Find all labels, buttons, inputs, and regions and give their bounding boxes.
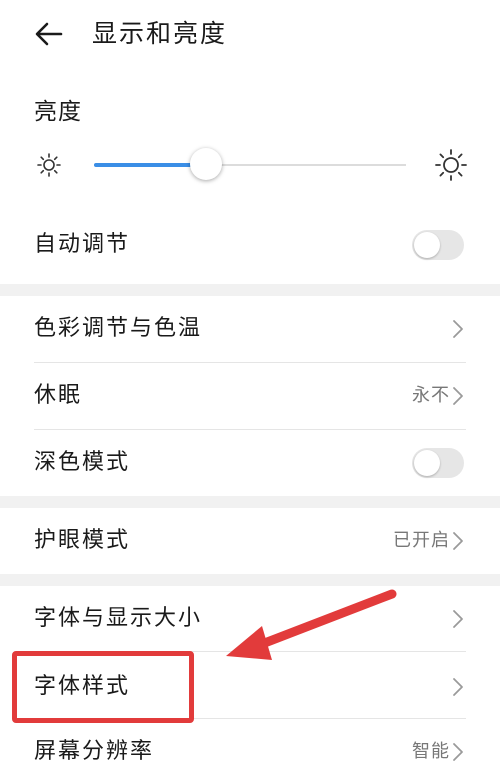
auto-adjust-row[interactable]: 自动调节 xyxy=(0,212,500,278)
resolution-label: 屏幕分辨率 xyxy=(34,739,155,764)
brightness-slider[interactable] xyxy=(94,148,406,182)
font-display-size-label: 字体与显示大小 xyxy=(34,606,203,631)
eye-comfort-row[interactable]: 护眼模式 已开启 xyxy=(0,508,500,574)
eye-comfort-label: 护眼模式 xyxy=(34,528,131,553)
dark-mode-row[interactable]: 深色模式 xyxy=(0,430,500,496)
resolution-row[interactable]: 屏幕分辨率 智能 xyxy=(0,718,500,782)
auto-adjust-toggle[interactable] xyxy=(412,230,464,260)
section-gap xyxy=(0,284,500,296)
chevron-right-icon xyxy=(453,320,463,338)
eye-comfort-value: 已开启 xyxy=(393,530,450,551)
sleep-row[interactable]: 休眠 永不 xyxy=(0,363,500,429)
font-display-size-row[interactable]: 字体与显示大小 xyxy=(0,586,500,652)
brightness-high-icon xyxy=(435,149,467,181)
chevron-right-icon xyxy=(453,743,463,761)
sleep-label: 休眠 xyxy=(34,383,83,408)
section-gap xyxy=(0,496,500,508)
back-arrow-icon[interactable] xyxy=(34,20,64,48)
dark-mode-label: 深色模式 xyxy=(34,450,131,475)
color-temp-label: 色彩调节与色温 xyxy=(34,316,203,341)
section-gap xyxy=(0,574,500,586)
chevron-right-icon xyxy=(453,532,463,550)
page-title: 显示和亮度 xyxy=(92,19,228,48)
brightness-low-icon xyxy=(37,153,61,177)
annotation-highlight-box xyxy=(12,651,194,723)
toggle-knob xyxy=(414,450,440,476)
slider-thumb[interactable] xyxy=(190,148,223,180)
toggle-knob xyxy=(414,232,440,258)
sleep-value: 永不 xyxy=(412,385,450,406)
color-temp-row[interactable]: 色彩调节与色温 xyxy=(0,296,500,362)
app-header: 显示和亮度 xyxy=(0,0,500,70)
chevron-right-icon xyxy=(453,678,463,696)
brightness-label: 亮度 xyxy=(34,99,82,125)
resolution-value: 智能 xyxy=(412,741,450,762)
dark-mode-toggle[interactable] xyxy=(412,448,464,478)
chevron-right-icon xyxy=(453,610,463,628)
chevron-right-icon xyxy=(453,387,463,405)
auto-adjust-label: 自动调节 xyxy=(34,232,131,257)
